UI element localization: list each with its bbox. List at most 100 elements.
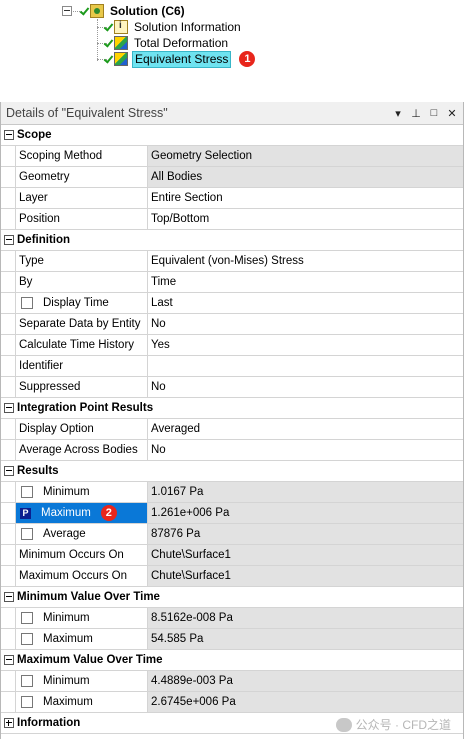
property-name-text: Maximum: [43, 633, 93, 645]
property-name: Separate Data by Entity: [15, 314, 148, 334]
maximize-icon[interactable]: □: [427, 106, 441, 120]
property-name: Maximum: [15, 692, 148, 712]
category-definition[interactable]: Definition: [1, 230, 463, 251]
category-maximum-value-over-time[interactable]: Maximum Value Over Time: [1, 650, 463, 671]
tree-node-solution[interactable]: Solution (C6): [79, 3, 187, 19]
details-grid: Scope Scoping Method Geometry Selection G…: [1, 125, 463, 734]
property-name-text: Average: [43, 528, 86, 540]
category-label: Minimum Value Over Time: [17, 591, 160, 603]
property-value[interactable]: 8.5162e-008 Pa: [148, 608, 463, 628]
property-name: Layer: [15, 188, 148, 208]
property-value[interactable]: Top/Bottom: [148, 209, 463, 229]
collapse-icon[interactable]: [4, 592, 14, 602]
parameter-checkbox[interactable]: [21, 612, 33, 624]
property-value[interactable]: All Bodies: [148, 167, 463, 187]
parameter-checkbox[interactable]: [21, 528, 33, 540]
detail-row[interactable]: Minimum 1.0167 Pa: [1, 482, 463, 503]
panel-menu-button[interactable]: ▾: [391, 106, 405, 120]
parameter-checkbox[interactable]: [21, 633, 33, 645]
parameter-checkbox[interactable]: [21, 486, 33, 498]
property-value[interactable]: Last: [148, 293, 463, 313]
property-name: Geometry: [15, 167, 148, 187]
tree-node-equivalent-stress[interactable]: Equivalent Stress 1: [103, 50, 256, 68]
property-name: Type: [15, 251, 148, 271]
parameter-checkbox[interactable]: [21, 297, 33, 309]
property-value[interactable]: Time: [148, 272, 463, 292]
property-name: Average: [15, 524, 148, 544]
tree-connector: [97, 19, 98, 61]
detail-row[interactable]: Suppressed No: [1, 377, 463, 398]
pin-icon[interactable]: ⊥: [409, 106, 423, 120]
category-scope[interactable]: Scope: [1, 125, 463, 146]
result-icon: [114, 36, 128, 50]
detail-row[interactable]: Minimum 8.5162e-008 Pa: [1, 608, 463, 629]
detail-row[interactable]: P Maximum 2 1.261e+006 Pa: [1, 503, 463, 524]
detail-row[interactable]: Identifier: [1, 356, 463, 377]
property-name[interactable]: P Maximum 2: [15, 503, 148, 523]
detail-row[interactable]: Maximum 54.585 Pa: [1, 629, 463, 650]
property-name: Average Across Bodies: [15, 440, 148, 460]
parameter-p-icon[interactable]: P: [20, 507, 31, 519]
parameter-checkbox[interactable]: [21, 675, 33, 687]
property-name-text: Display Time: [43, 297, 109, 309]
detail-row[interactable]: By Time: [1, 272, 463, 293]
detail-row[interactable]: Average Across Bodies No: [1, 440, 463, 461]
property-value[interactable]: No: [148, 314, 463, 334]
property-value[interactable]: Yes: [148, 335, 463, 355]
category-integration-point-results[interactable]: Integration Point Results: [1, 398, 463, 419]
detail-row[interactable]: Maximum Occurs On Chute\Surface1: [1, 566, 463, 587]
detail-row[interactable]: Display Time Last: [1, 293, 463, 314]
category-label: Maximum Value Over Time: [17, 654, 163, 666]
detail-row[interactable]: Maximum 2.6745e+006 Pa: [1, 692, 463, 713]
solution-information-icon: [114, 20, 128, 34]
property-name-text: Minimum: [43, 612, 90, 624]
close-icon[interactable]: ✕: [445, 106, 459, 120]
watermark: 公众号 · CFD之道: [335, 716, 451, 733]
category-results[interactable]: Results: [1, 461, 463, 482]
category-minimum-value-over-time[interactable]: Minimum Value Over Time: [1, 587, 463, 608]
parameter-checkbox[interactable]: [21, 696, 33, 708]
detail-row[interactable]: Minimum 4.4889e-003 Pa: [1, 671, 463, 692]
property-value[interactable]: Equivalent (von-Mises) Stress: [148, 251, 463, 271]
collapse-toggle[interactable]: [62, 6, 72, 16]
collapse-icon[interactable]: [4, 130, 14, 140]
property-value[interactable]: Geometry Selection: [148, 146, 463, 166]
detail-row[interactable]: Type Equivalent (von-Mises) Stress: [1, 251, 463, 272]
property-value[interactable]: 4.4889e-003 Pa: [148, 671, 463, 691]
property-value[interactable]: Chute\Surface1: [148, 545, 463, 565]
collapse-icon[interactable]: [4, 466, 14, 476]
property-value[interactable]: 2.6745e+006 Pa: [148, 692, 463, 712]
property-name-text: Minimum: [43, 486, 90, 498]
detail-row[interactable]: Geometry All Bodies: [1, 167, 463, 188]
property-value[interactable]: [148, 356, 463, 376]
property-value[interactable]: No: [148, 440, 463, 460]
detail-row[interactable]: Calculate Time History Yes: [1, 335, 463, 356]
property-value[interactable]: No: [148, 377, 463, 397]
detail-row[interactable]: Separate Data by Entity No: [1, 314, 463, 335]
category-label: Results: [17, 465, 59, 477]
property-value[interactable]: 54.585 Pa: [148, 629, 463, 649]
tree-node-label: Equivalent Stress: [132, 50, 232, 68]
property-value[interactable]: Chute\Surface1: [148, 566, 463, 586]
detail-row[interactable]: Display Option Averaged: [1, 419, 463, 440]
expand-icon[interactable]: [4, 718, 14, 728]
tree-node-solution-information[interactable]: Solution Information: [103, 19, 243, 35]
property-value[interactable]: Averaged: [148, 419, 463, 439]
detail-row[interactable]: Layer Entire Section: [1, 188, 463, 209]
property-value[interactable]: 1.0167 Pa: [148, 482, 463, 502]
property-value[interactable]: 87876 Pa: [148, 524, 463, 544]
property-value[interactable]: Entire Section: [148, 188, 463, 208]
collapse-icon[interactable]: [4, 403, 14, 413]
property-name: Display Option: [15, 419, 148, 439]
solution-tree: Solution (C6) Solution Information Total…: [0, 0, 464, 74]
tree-node-total-deformation[interactable]: Total Deformation: [103, 35, 230, 51]
property-value[interactable]: 1.261e+006 Pa: [148, 503, 463, 523]
collapse-icon[interactable]: [4, 655, 14, 665]
property-name: Minimum Occurs On: [15, 545, 148, 565]
collapse-icon[interactable]: [4, 235, 14, 245]
property-name: Identifier: [15, 356, 148, 376]
detail-row[interactable]: Scoping Method Geometry Selection: [1, 146, 463, 167]
detail-row[interactable]: Position Top/Bottom: [1, 209, 463, 230]
detail-row[interactable]: Average 87876 Pa: [1, 524, 463, 545]
detail-row[interactable]: Minimum Occurs On Chute\Surface1: [1, 545, 463, 566]
